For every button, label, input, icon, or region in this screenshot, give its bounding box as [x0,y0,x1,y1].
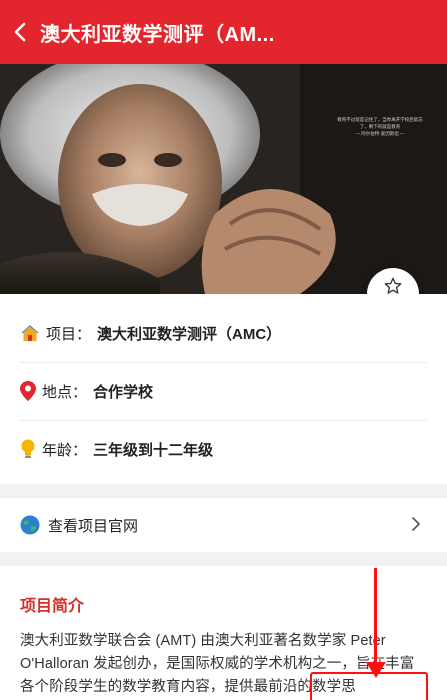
project-value: 澳大利亚数学测评（AMC） [97,325,282,343]
location-pin-icon [20,381,36,401]
back-button[interactable] [0,0,40,64]
portrait-illustration [0,64,447,294]
project-row: 项目： 澳大利亚数学测评（AMC） [20,320,281,346]
annotation-arrow-line [374,568,377,666]
globe-icon [20,515,40,535]
hero-image: 教育不过就是记住了，当你离开学校后就忘了，剩下的就是教育 — 阿尔伯特·爱因斯坦… [0,64,447,294]
official-site-link[interactable]: 查看项目官网 [0,498,447,552]
location-row: 地点： 合作学校 [20,378,153,404]
project-label: 项目： [46,325,92,343]
annotation-highlight-box [310,672,428,700]
intro-title: 项目简介 [20,598,85,615]
hero-quote: 教育不过就是记住了，当你离开学校后就忘了，剩下的就是教育 — 阿尔伯特·爱因斯坦… [337,117,423,136]
project-info-card: 项目： 澳大利亚数学测评（AMC） 地点： 合作学校 年龄： 三年级到十二年级 [0,294,447,484]
age-value: 三年级到十二年级 [93,441,214,459]
divider [20,362,427,363]
page-title: 澳大利亚数学测评（AM... [40,23,275,46]
chevron-left-icon [14,22,26,42]
lightbulb-icon [21,439,35,458]
house-icon [21,325,39,341]
chevron-right-icon [412,517,420,531]
location-value: 合作学校 [93,383,154,401]
location-label: 地点： [42,383,88,401]
age-row: 年龄： 三年级到十二年级 [20,436,213,462]
age-label: 年龄： [42,441,88,459]
top-bar: 澳大利亚数学测评（AM... [0,0,447,64]
divider [20,420,427,421]
star-icon [384,277,402,294]
official-site-label: 查看项目官网 [48,517,139,535]
